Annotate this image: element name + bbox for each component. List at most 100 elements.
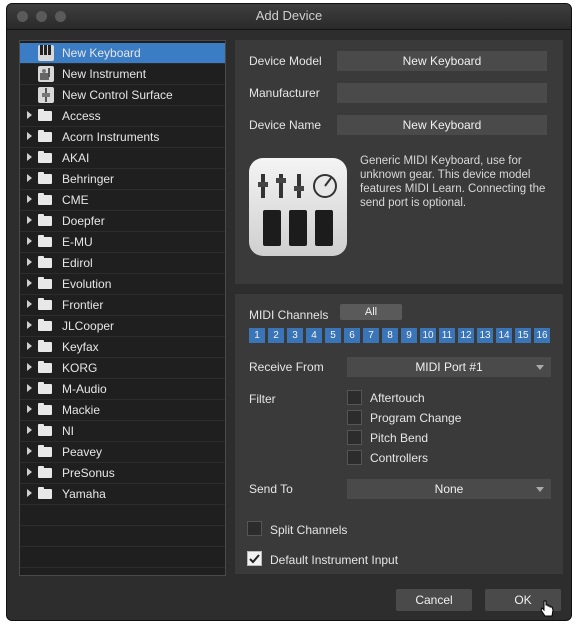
disclosure-arrow-icon[interactable]	[27, 153, 32, 161]
disclosure-arrow-icon[interactable]	[27, 363, 32, 371]
folder-icon	[38, 109, 52, 121]
folder-item[interactable]: AKAI	[20, 148, 225, 169]
folder-item[interactable]: Peavey	[20, 442, 225, 463]
folder-item[interactable]: Acorn Instruments	[20, 127, 225, 148]
midi-channel-button[interactable]: 14	[496, 328, 512, 343]
aftertouch-checkbox[interactable]	[347, 390, 362, 405]
disclosure-arrow-icon[interactable]	[27, 111, 32, 119]
folder-item[interactable]: Frontier	[20, 295, 225, 316]
midi-channel-button[interactable]: 12	[458, 328, 474, 343]
checkmark-icon	[249, 554, 260, 564]
disclosure-arrow-icon[interactable]	[27, 384, 32, 392]
instrument-icon	[38, 66, 54, 82]
midi-channel-button[interactable]: 5	[325, 328, 341, 343]
midi-channel-button[interactable]: 15	[515, 328, 531, 343]
disclosure-arrow-icon[interactable]	[27, 237, 32, 245]
device-item-label: New Control Surface	[62, 88, 173, 102]
receive-from-value: MIDI Port #1	[415, 360, 483, 374]
disclosure-arrow-icon[interactable]	[27, 321, 32, 329]
split-channels-checkbox[interactable]	[247, 521, 262, 536]
disclosure-arrow-icon[interactable]	[27, 174, 32, 182]
manufacturer-label: Manufacturer	[249, 86, 320, 100]
device-name-field[interactable]: New Keyboard	[337, 115, 547, 135]
midi-channel-button[interactable]: 4	[306, 328, 322, 343]
midi-channel-button[interactable]: 10	[420, 328, 436, 343]
folder-item-label: Access	[62, 109, 101, 123]
folder-item[interactable]: M-Audio	[20, 379, 225, 400]
folder-item[interactable]: Mackie	[20, 400, 225, 421]
device-name-label: Device Name	[249, 118, 322, 132]
all-channels-button[interactable]: All	[340, 304, 402, 320]
empty-row	[20, 505, 225, 526]
disclosure-arrow-icon[interactable]	[27, 258, 32, 266]
folder-item[interactable]: KORG	[20, 358, 225, 379]
receive-from-dropdown[interactable]: MIDI Port #1	[347, 357, 551, 377]
midi-settings-panel: MIDI Channels All 1 2 3 4 5 6 7 8 9 10 11 12 13 14 15 1…	[235, 294, 563, 574]
device-item-new-instrument[interactable]: New Instrument	[20, 64, 225, 85]
program-change-checkbox[interactable]	[347, 410, 362, 425]
device-model-field[interactable]: New Keyboard	[337, 51, 547, 71]
folder-icon	[38, 172, 52, 184]
midi-channel-button[interactable]: 7	[363, 328, 379, 343]
midi-channel-button[interactable]: 9	[401, 328, 417, 343]
folder-item[interactable]: PreSonus	[20, 463, 225, 484]
controllers-checkbox[interactable]	[347, 450, 362, 465]
folder-item[interactable]: Doepfer	[20, 211, 225, 232]
folder-item[interactable]: Access	[20, 106, 225, 127]
disclosure-arrow-icon[interactable]	[27, 489, 32, 497]
folder-icon	[38, 445, 52, 457]
controllers-label: Controllers	[370, 451, 429, 465]
disclosure-arrow-icon[interactable]	[27, 300, 32, 308]
midi-channel-button[interactable]: 1	[249, 328, 265, 343]
device-item-new-control-surface[interactable]: New Control Surface	[20, 85, 225, 106]
send-to-value: None	[434, 482, 464, 496]
folder-item[interactable]: Edirol	[20, 253, 225, 274]
keyboard-icon	[38, 45, 54, 61]
default-instrument-input-checkbox[interactable]	[247, 551, 262, 566]
folder-item[interactable]: Evolution	[20, 274, 225, 295]
midi-channel-button[interactable]: 13	[477, 328, 493, 343]
folder-item[interactable]: NI	[20, 421, 225, 442]
folder-icon	[38, 340, 52, 352]
midi-channel-button[interactable]: 11	[439, 328, 455, 343]
disclosure-arrow-icon[interactable]	[27, 426, 32, 434]
chevron-down-icon	[536, 365, 544, 370]
manufacturer-field[interactable]	[337, 83, 547, 103]
disclosure-arrow-icon[interactable]	[27, 447, 32, 455]
folder-item-label: Peavey	[62, 445, 103, 459]
disclosure-arrow-icon[interactable]	[27, 216, 32, 224]
pitch-bend-checkbox[interactable]	[347, 430, 362, 445]
midi-channel-button[interactable]: 2	[268, 328, 284, 343]
folder-item[interactable]: Behringer	[20, 169, 225, 190]
folder-item[interactable]: Keyfax	[20, 337, 225, 358]
folder-item-label: Edirol	[62, 256, 93, 270]
receive-from-label: Receive From	[249, 360, 324, 374]
midi-channel-button[interactable]: 6	[344, 328, 360, 343]
folder-icon	[38, 256, 52, 268]
device-item-new-keyboard[interactable]: New Keyboard	[20, 43, 225, 64]
disclosure-arrow-icon[interactable]	[27, 279, 32, 287]
disclosure-arrow-icon[interactable]	[27, 132, 32, 140]
send-to-dropdown[interactable]: None	[347, 479, 551, 499]
folder-item[interactable]: JLCooper	[20, 316, 225, 337]
folder-item-label: M-Audio	[62, 382, 107, 396]
folder-item-label: E-MU	[62, 235, 93, 249]
folder-item[interactable]: CME	[20, 190, 225, 211]
midi-channel-button[interactable]: 8	[382, 328, 398, 343]
folder-item-label: Evolution	[62, 277, 112, 291]
folder-item[interactable]: E-MU	[20, 232, 225, 253]
midi-channel-button[interactable]: 16	[534, 328, 550, 343]
disclosure-arrow-icon[interactable]	[27, 405, 32, 413]
disclosure-arrow-icon[interactable]	[27, 468, 32, 476]
midi-channel-button[interactable]: 3	[287, 328, 303, 343]
disclosure-arrow-icon[interactable]	[27, 195, 32, 203]
folder-item-label: Doepfer	[62, 214, 105, 228]
folder-item-label: Acorn Instruments	[62, 130, 160, 144]
folder-item[interactable]: Yamaha	[20, 484, 225, 505]
disclosure-arrow-icon[interactable]	[27, 342, 32, 350]
hand-cursor-icon	[540, 600, 554, 617]
cancel-button[interactable]: Cancel	[396, 589, 472, 611]
folder-icon	[38, 277, 52, 289]
midi-keyboard-icon	[249, 158, 347, 256]
folder-item-label: JLCooper	[62, 319, 115, 333]
